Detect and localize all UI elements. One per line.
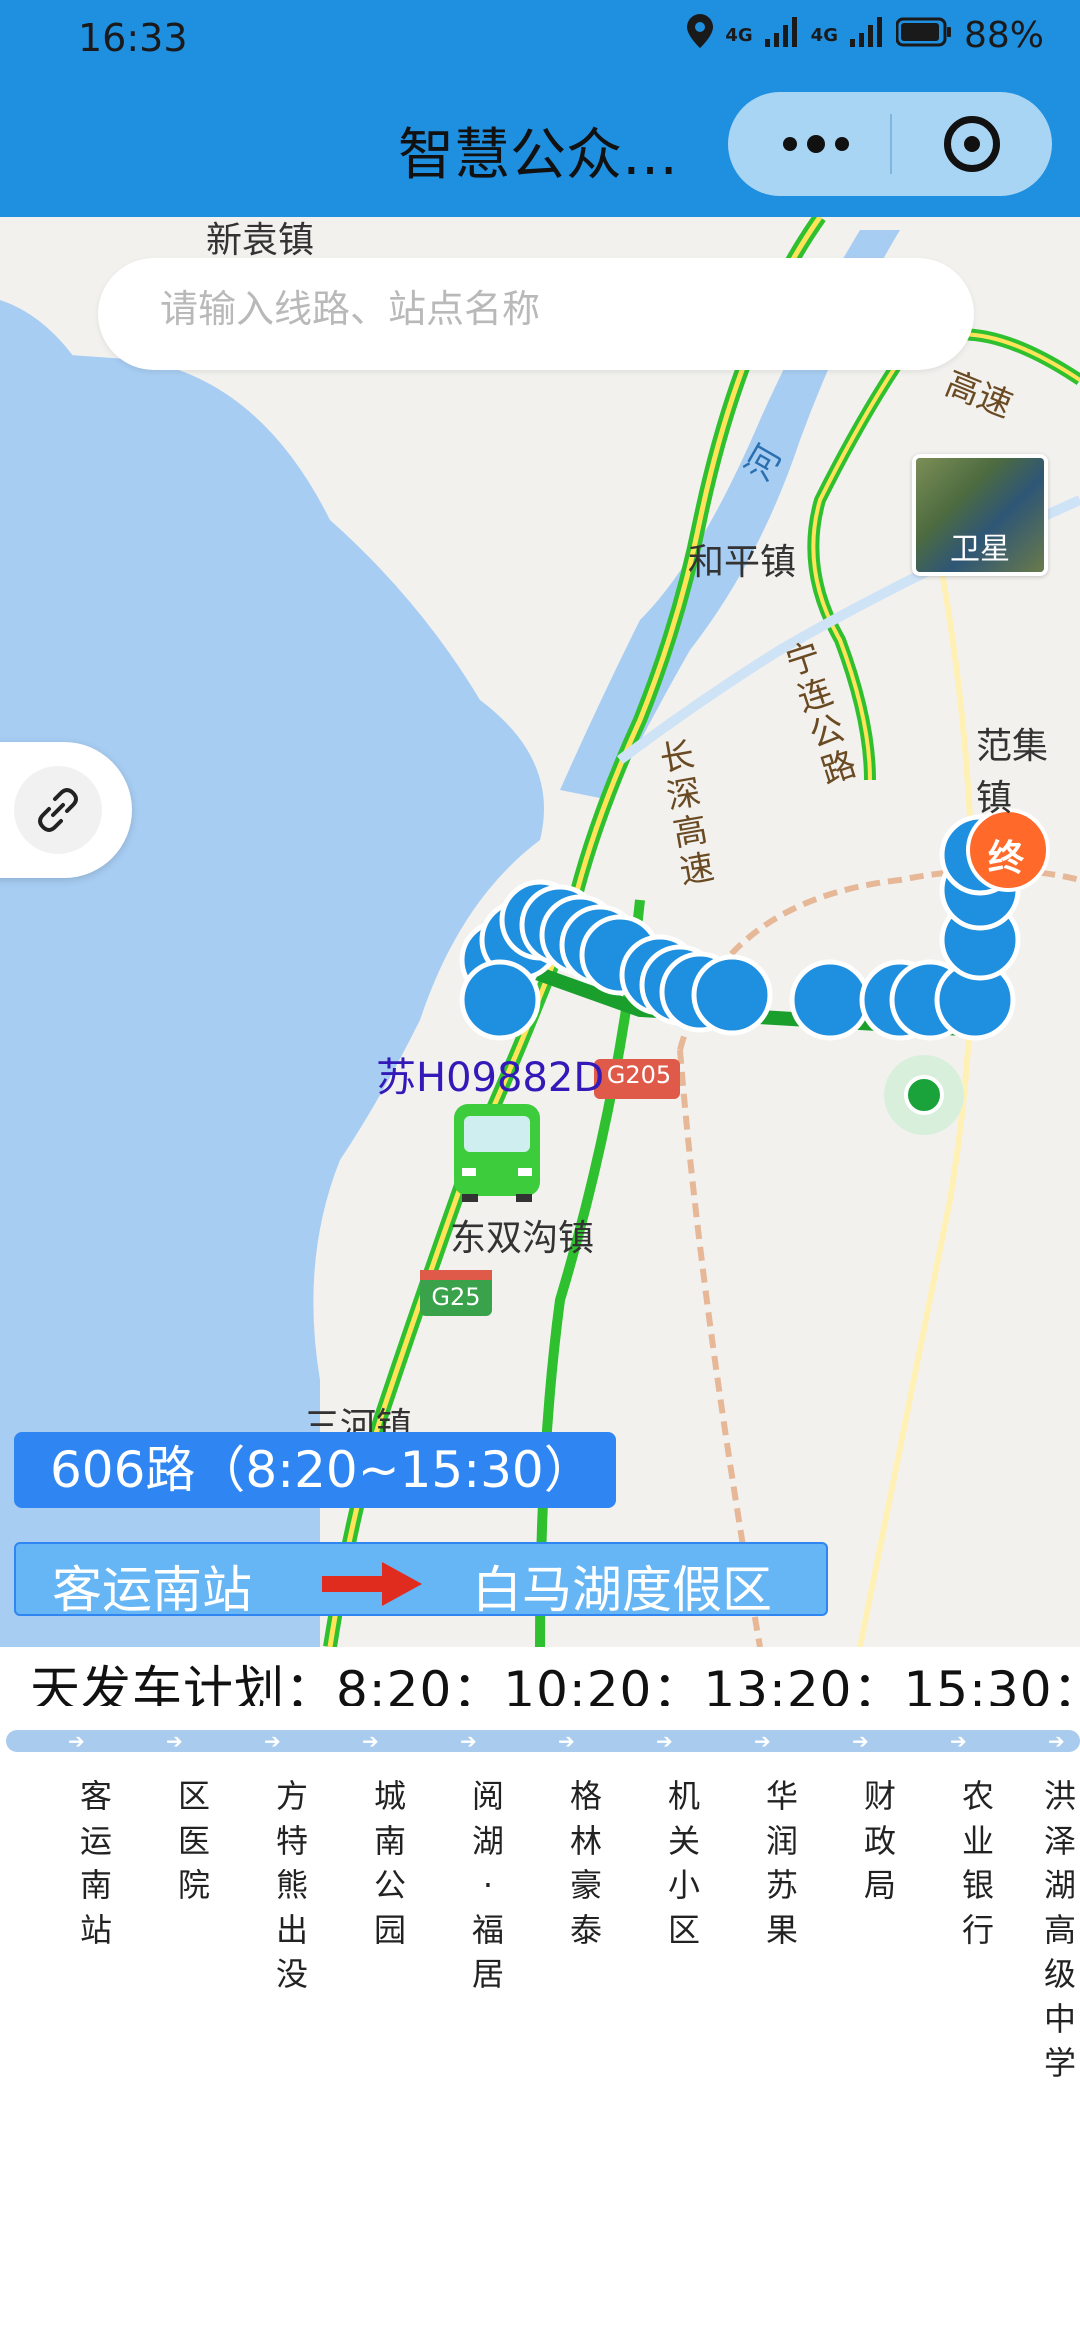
battery-percent: 88% xyxy=(963,15,1044,56)
stop-item[interactable]: 区医院 xyxy=(174,1774,214,1908)
status-time: 16:33 xyxy=(78,16,188,60)
battery-icon xyxy=(895,15,952,56)
stop-item[interactable]: 方特熊出没 xyxy=(272,1774,312,1997)
mini-program-capsule xyxy=(728,92,1052,196)
stop-item[interactable]: 格林豪泰 xyxy=(566,1774,606,1952)
departure-schedule: 天发车计划：8:20：10:20：13:20：15:30： xyxy=(0,1648,1080,1706)
satellite-toggle[interactable]: 卫星 xyxy=(912,454,1048,576)
stop-item[interactable]: 洪泽湖高级中学 xyxy=(1040,1774,1080,2086)
search-input[interactable] xyxy=(158,288,922,333)
route-name-badge: 606路（8:20~15:30） xyxy=(14,1432,616,1508)
close-target-icon[interactable] xyxy=(944,116,1000,172)
stop-item[interactable]: 客运南站 xyxy=(76,1774,116,1952)
end-marker[interactable]: 终 xyxy=(988,829,1024,881)
route-origin: 客运南站 xyxy=(52,1561,252,1619)
stop-list: 客运南站 区医院 方特熊出没 城南公园 阅湖·福居 格林豪泰 机关小区 华润苏果… xyxy=(0,1774,1080,2104)
stop-item[interactable]: 农业银行 xyxy=(958,1774,998,1952)
schedule-text: 天发车计划：8:20：10:20：13:20：15:30： xyxy=(30,1661,1080,1706)
network-indicator-1: 4G xyxy=(725,24,753,46)
search-bar[interactable] xyxy=(98,258,974,370)
map-label-place: 和平镇 xyxy=(688,542,797,583)
link-icon xyxy=(38,788,78,832)
stop-item[interactable]: 财政局 xyxy=(860,1774,900,1908)
network-indicator-2: 4G xyxy=(810,24,838,46)
highway-shield: G205 xyxy=(606,1061,672,1089)
stop-item[interactable]: 城南公园 xyxy=(370,1774,410,1952)
map-label-place: 范集镇 xyxy=(976,726,1049,819)
signal-icon xyxy=(849,15,884,56)
highway-shield: G25 xyxy=(431,1283,481,1311)
direction-arrow-icon xyxy=(322,1560,422,1618)
signal-icon xyxy=(764,15,799,56)
bus-plate-label[interactable]: 苏H09882D xyxy=(376,1045,604,1103)
location-icon xyxy=(687,14,714,57)
map-label-place: 新袁镇 xyxy=(206,220,315,261)
stop-item[interactable]: 华润苏果 xyxy=(762,1774,802,1952)
status-icons: 4G 4G 88% xyxy=(687,14,1044,57)
more-icon[interactable] xyxy=(776,114,856,174)
stop-item[interactable]: 阅湖·福居 xyxy=(468,1774,508,1997)
map-label-place: 东双沟镇 xyxy=(450,1218,595,1259)
satellite-label: 卫星 xyxy=(950,532,1010,567)
stop-item[interactable]: 机关小区 xyxy=(664,1774,704,1952)
share-link-button[interactable] xyxy=(0,742,132,878)
route-destination: 白马湖度假区 xyxy=(472,1561,772,1619)
route-direction-bar[interactable]: 客运南站 白马湖度假区 xyxy=(14,1542,828,1619)
app-header: 16:33 4G 4G 88% 智慧公众… xyxy=(0,0,1080,217)
route-track: ➔ ➔ ➔ ➔ ➔ ➔ ➔ ➔ ➔ ➔ ➔ xyxy=(6,1730,1080,1752)
page-title: 智慧公众… xyxy=(398,123,678,188)
